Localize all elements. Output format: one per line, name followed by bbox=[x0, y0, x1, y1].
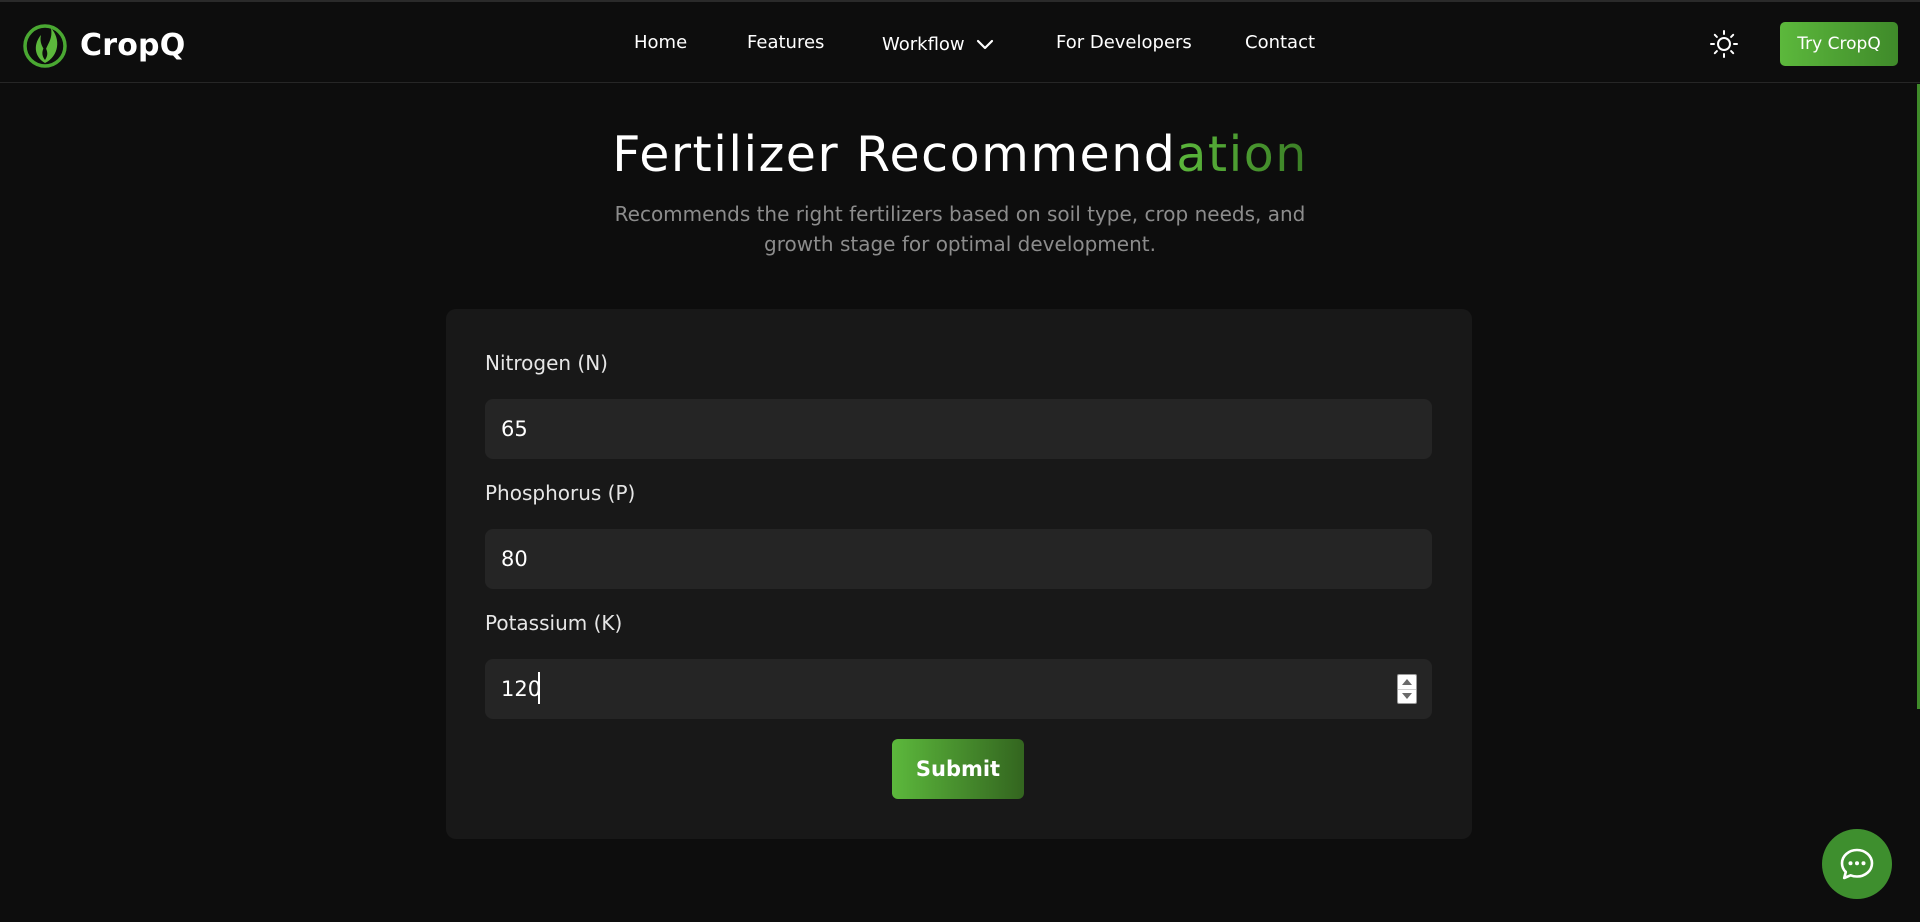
page-title-main: Fertilizer Recommend bbox=[612, 126, 1177, 183]
nitrogen-label: Nitrogen (N) bbox=[485, 351, 608, 375]
caret-up-icon bbox=[1402, 678, 1412, 685]
stepper-up-button[interactable] bbox=[1398, 675, 1416, 689]
nav-item-workflow[interactable]: Workflow bbox=[882, 28, 995, 60]
brand-link[interactable]: CropQ bbox=[22, 22, 185, 68]
main-nav: Home Features Workflow For Developers Co… bbox=[0, 2, 1920, 85]
potassium-input[interactable] bbox=[485, 659, 1432, 719]
sun-icon bbox=[1710, 30, 1738, 58]
chevron-down-icon bbox=[976, 39, 993, 50]
chat-button[interactable] bbox=[1822, 829, 1892, 899]
phosphorus-input[interactable] bbox=[485, 529, 1432, 589]
nav-item-for-developers[interactable]: For Developers bbox=[1056, 26, 1192, 58]
text-caret bbox=[538, 672, 540, 704]
chat-bubble-icon bbox=[1840, 848, 1874, 880]
potassium-number-stepper[interactable] bbox=[1397, 674, 1417, 704]
caret-down-icon bbox=[1402, 693, 1412, 700]
try-cropq-button[interactable]: Try CropQ bbox=[1780, 22, 1898, 66]
nav-item-workflow-label: Workflow bbox=[882, 33, 965, 55]
theme-toggle-button[interactable] bbox=[1709, 29, 1739, 59]
page-subtitle: Recommends the right fertilizers based o… bbox=[614, 202, 1306, 256]
page: CropQ Home Features Workflow For Develop… bbox=[0, 0, 1920, 922]
nav-item-contact[interactable]: Contact bbox=[1245, 26, 1315, 58]
leaf-flame-logo-icon bbox=[23, 24, 67, 68]
stepper-down-button[interactable] bbox=[1398, 688, 1416, 704]
potassium-label: Potassium (K) bbox=[485, 611, 623, 635]
submit-button[interactable]: Submit bbox=[892, 739, 1024, 799]
top-navbar: CropQ Home Features Workflow For Develop… bbox=[0, 0, 1920, 83]
page-title-accent: ation bbox=[1176, 126, 1308, 183]
fertilizer-form-card: Nitrogen (N) Phosphorus (P) Potassium (K… bbox=[446, 309, 1472, 839]
phosphorus-label: Phosphorus (P) bbox=[485, 481, 636, 505]
nitrogen-input[interactable] bbox=[485, 399, 1432, 459]
nav-item-features[interactable]: Features bbox=[747, 26, 824, 58]
page-title: Fertilizer Recommendation bbox=[0, 126, 1920, 183]
nav-item-home[interactable]: Home bbox=[634, 26, 687, 58]
brand-name: CropQ bbox=[80, 27, 186, 63]
